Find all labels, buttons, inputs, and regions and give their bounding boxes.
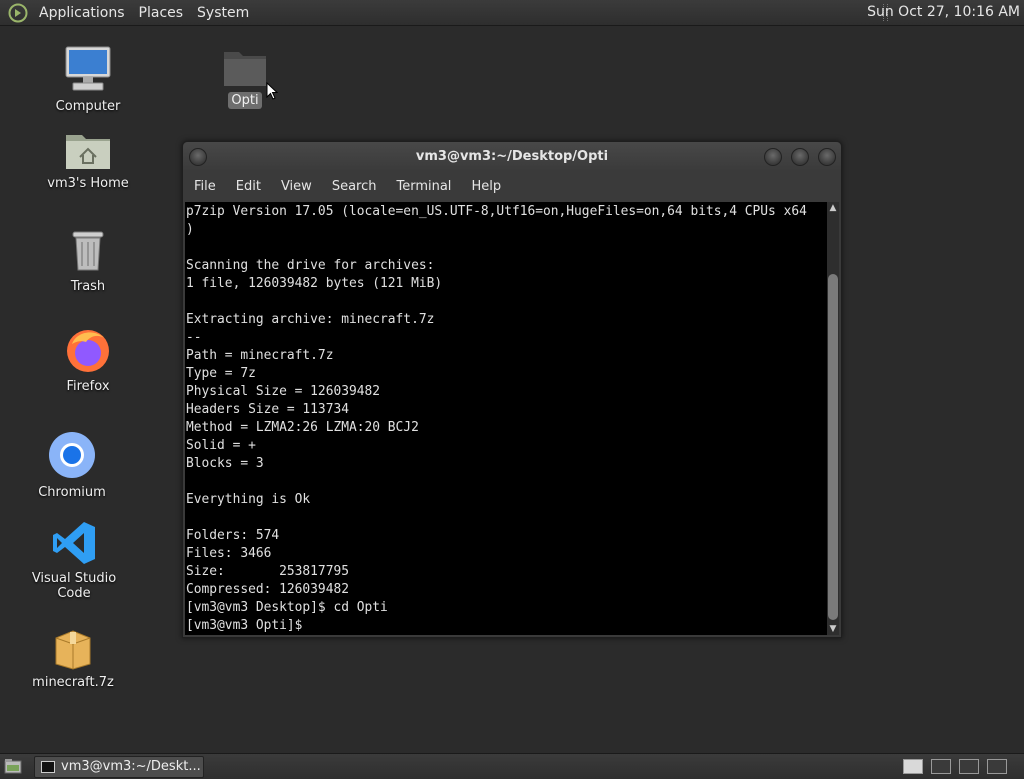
clock[interactable]: Sun Oct 27, 10:16 AM bbox=[867, 0, 1020, 25]
menu-file[interactable]: File bbox=[183, 179, 226, 194]
terminal-line: ) bbox=[186, 222, 194, 237]
places-menu[interactable]: Places bbox=[132, 5, 191, 21]
menu-edit[interactable]: Edit bbox=[226, 179, 271, 194]
trash-icon bbox=[72, 231, 104, 271]
scrollbar-thumb[interactable] bbox=[828, 274, 838, 620]
applications-menu[interactable]: Applications bbox=[32, 5, 132, 21]
terminal-window[interactable]: vm3@vm3:~/Desktop/Opti File Edit View Se… bbox=[182, 141, 842, 638]
terminal-line: Extracting archive: minecraft.7z bbox=[186, 312, 435, 327]
desktop-icon-home[interactable]: vm3's Home bbox=[28, 127, 148, 192]
desktop-icon-label: minecraft.7z bbox=[32, 675, 114, 690]
desktop-icon-opti[interactable]: Opti bbox=[185, 48, 305, 109]
terminal-line: Everything is Ok bbox=[186, 492, 311, 507]
terminal-line: -- bbox=[186, 330, 202, 345]
terminal-line: Path = minecraft.7z bbox=[186, 348, 334, 363]
desktop-icon-label: Computer bbox=[55, 99, 121, 114]
terminal-line: p7zip Version 17.05 (locale=en_US.UTF-8,… bbox=[186, 204, 807, 219]
terminal-line: Solid = + bbox=[186, 438, 256, 453]
terminal-icon bbox=[41, 760, 55, 773]
terminal-line: Folders: 574 bbox=[186, 528, 280, 543]
system-menu[interactable]: System bbox=[190, 5, 256, 21]
desktop-icon-chromium[interactable]: Chromium bbox=[12, 430, 132, 501]
workspace-4[interactable] bbox=[987, 759, 1007, 774]
top-panel: Applications Places System Sun Oct 27, 1… bbox=[0, 0, 1024, 26]
terminal-line: Blocks = 3 bbox=[186, 456, 264, 471]
scroll-down-arrow-icon[interactable]: ▼ bbox=[827, 623, 839, 635]
workspace-1[interactable] bbox=[903, 759, 923, 774]
terminal-output[interactable]: p7zip Version 17.05 (locale=en_US.UTF-8,… bbox=[185, 202, 827, 635]
desktop-icon-label: Firefox bbox=[66, 379, 110, 394]
terminal-line: Physical Size = 126039482 bbox=[186, 384, 381, 399]
desktop-icon-label: Opti bbox=[228, 92, 262, 109]
terminal-line: Headers Size = 113734 bbox=[186, 402, 349, 417]
terminal-line: 1 file, 126039482 bytes (121 MiB) bbox=[186, 276, 443, 291]
terminal-line: [vm3@vm3 Opti]$ bbox=[186, 618, 303, 633]
folder-icon bbox=[224, 52, 266, 86]
desktop-icon-firefox[interactable]: Firefox bbox=[28, 326, 148, 395]
workspace-2[interactable] bbox=[931, 759, 951, 774]
desktop-icon-label: Visual Studio Code bbox=[31, 571, 117, 601]
desktop-icon-trash[interactable]: Trash bbox=[28, 228, 148, 295]
home-folder-icon bbox=[66, 135, 110, 169]
scroll-up-arrow-icon[interactable]: ▲ bbox=[827, 202, 839, 214]
vscode-icon bbox=[53, 522, 95, 564]
terminal-menubar: File Edit View Search Terminal Help bbox=[183, 172, 841, 200]
menu-terminal[interactable]: Terminal bbox=[386, 179, 461, 194]
window-title: vm3@vm3:~/Desktop/Opti bbox=[415, 149, 609, 164]
desktop-icon-computer[interactable]: Computer bbox=[28, 44, 148, 115]
desktop-icon-label: Chromium bbox=[38, 485, 106, 500]
terminal-scrollbar[interactable]: ▲ ▼ bbox=[827, 202, 839, 635]
terminal-line: Method = LZMA2:26 LZMA:20 BCJ2 bbox=[186, 420, 419, 435]
desktop-icon-label: Trash bbox=[70, 279, 106, 294]
firefox-icon bbox=[67, 330, 109, 372]
menu-help[interactable]: Help bbox=[461, 179, 511, 194]
window-titlebar[interactable]: vm3@vm3:~/Desktop/Opti bbox=[183, 142, 841, 172]
computer-icon bbox=[65, 46, 111, 91]
archive-icon bbox=[55, 630, 91, 670]
bottom-panel: vm3@vm3:~/Deskt... bbox=[0, 753, 1024, 779]
taskbar-window-button[interactable]: vm3@vm3:~/Deskt... bbox=[34, 756, 204, 778]
distro-logo-icon[interactable] bbox=[8, 3, 28, 23]
desktop-icon-label: vm3's Home bbox=[47, 176, 129, 191]
desktop-icon-minecraft-7z[interactable]: minecraft.7z bbox=[13, 628, 133, 691]
close-button[interactable] bbox=[818, 148, 836, 166]
terminal-line: Type = 7z bbox=[186, 366, 256, 381]
taskbar-window-label: vm3@vm3:~/Deskt... bbox=[61, 759, 201, 774]
chromium-icon bbox=[49, 432, 95, 478]
terminal-line: Files: 3466 bbox=[186, 546, 272, 561]
terminal-text: p7zip Version 17.05 (locale=en_US.UTF-8,… bbox=[185, 202, 827, 635]
workspace-3[interactable] bbox=[959, 759, 979, 774]
show-desktop-icon[interactable] bbox=[4, 758, 22, 774]
terminal-line: Size: 253817795 bbox=[186, 564, 349, 579]
menu-view[interactable]: View bbox=[271, 179, 322, 194]
mouse-cursor-icon bbox=[266, 82, 278, 100]
terminal-line: Compressed: 126039482 bbox=[186, 582, 349, 597]
terminal-line: Scanning the drive for archives: bbox=[186, 258, 435, 273]
menu-search[interactable]: Search bbox=[322, 179, 387, 194]
minimize-button[interactable] bbox=[764, 148, 782, 166]
desktop-icon-vscode[interactable]: Visual Studio Code bbox=[14, 520, 134, 602]
maximize-button[interactable] bbox=[791, 148, 809, 166]
terminal-line: [vm3@vm3 Desktop]$ cd Opti bbox=[186, 600, 388, 615]
